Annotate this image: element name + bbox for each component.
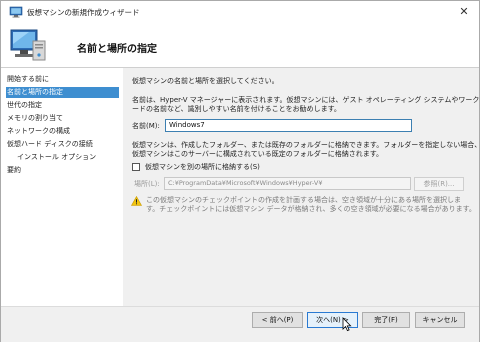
wizard-steps-sidebar: 開始する前に 名前と場所の指定 世代の指定 メモリの割り当て ネットワークの構成… [1,68,121,306]
sidebar-item-generation[interactable]: 世代の指定 [7,100,42,111]
close-button[interactable]: ✕ [453,3,475,21]
sidebar-item-virtual-disk[interactable]: 仮想ハード ディスクの接続 [7,139,93,150]
page-title: 名前と場所の指定 [77,44,157,55]
window-title: 仮想マシンの新規作成ウィザード [27,8,140,17]
previous-button[interactable]: < 前へ(P) [252,312,303,328]
title-bar: 仮想マシンの新規作成ウィザード ✕ [1,1,479,23]
location-input[interactable]: C:¥ProgramData¥Microsoft¥Windows¥Hyper-V… [164,177,411,190]
browse-button[interactable]: 参照(R)... [414,177,464,191]
new-vm-wizard-window: 仮想マシンの新規作成ウィザード ✕ 名前と場所の指定 開始する前に 名前と場所の… [0,0,480,342]
sidebar-item-memory[interactable]: メモリの割り当て [7,113,63,124]
mouse-cursor-icon [342,317,352,332]
hyper-v-vm-icon [9,6,23,18]
name-label: 名前(M): [132,122,160,130]
cancel-button[interactable]: キャンセル [415,312,465,328]
sidebar-item-name-location[interactable]: 名前と場所の指定 [6,87,119,98]
folder-description-line-2: 仮想マシンはこのサーバーに構成されている既定のフォルダーに格納されます。 [132,150,384,158]
name-description-line-2: ードの名前など、識別しやすい名前を付けることをお勧めします。 [132,105,341,113]
warning-text-line-2: す。チェックポイントには仮想マシン データが格納され、多くの空き領域が必要になる… [146,205,476,213]
location-label: 場所(L): [134,180,160,188]
store-elsewhere-checkbox[interactable] [132,163,140,171]
store-elsewhere-label[interactable]: 仮想マシンを別の場所に格納する(S) [145,162,260,172]
name-input[interactable]: Windows7 [165,119,412,132]
warning-icon [131,196,142,206]
sidebar-item-network[interactable]: ネットワークの構成 [7,126,70,137]
sidebar-item-summary[interactable]: 要約 [7,165,21,176]
sidebar-item-install-options[interactable]: インストール オプション [17,152,96,163]
sidebar-item-before-you-begin[interactable]: 開始する前に [7,74,49,85]
finish-button[interactable]: 完了(F) [362,312,410,328]
intro-text: 仮想マシンの名前と場所を選択してください。 [132,77,279,85]
wizard-header: 名前と場所の指定 [1,23,479,68]
vm-monitor-icon [10,29,46,61]
